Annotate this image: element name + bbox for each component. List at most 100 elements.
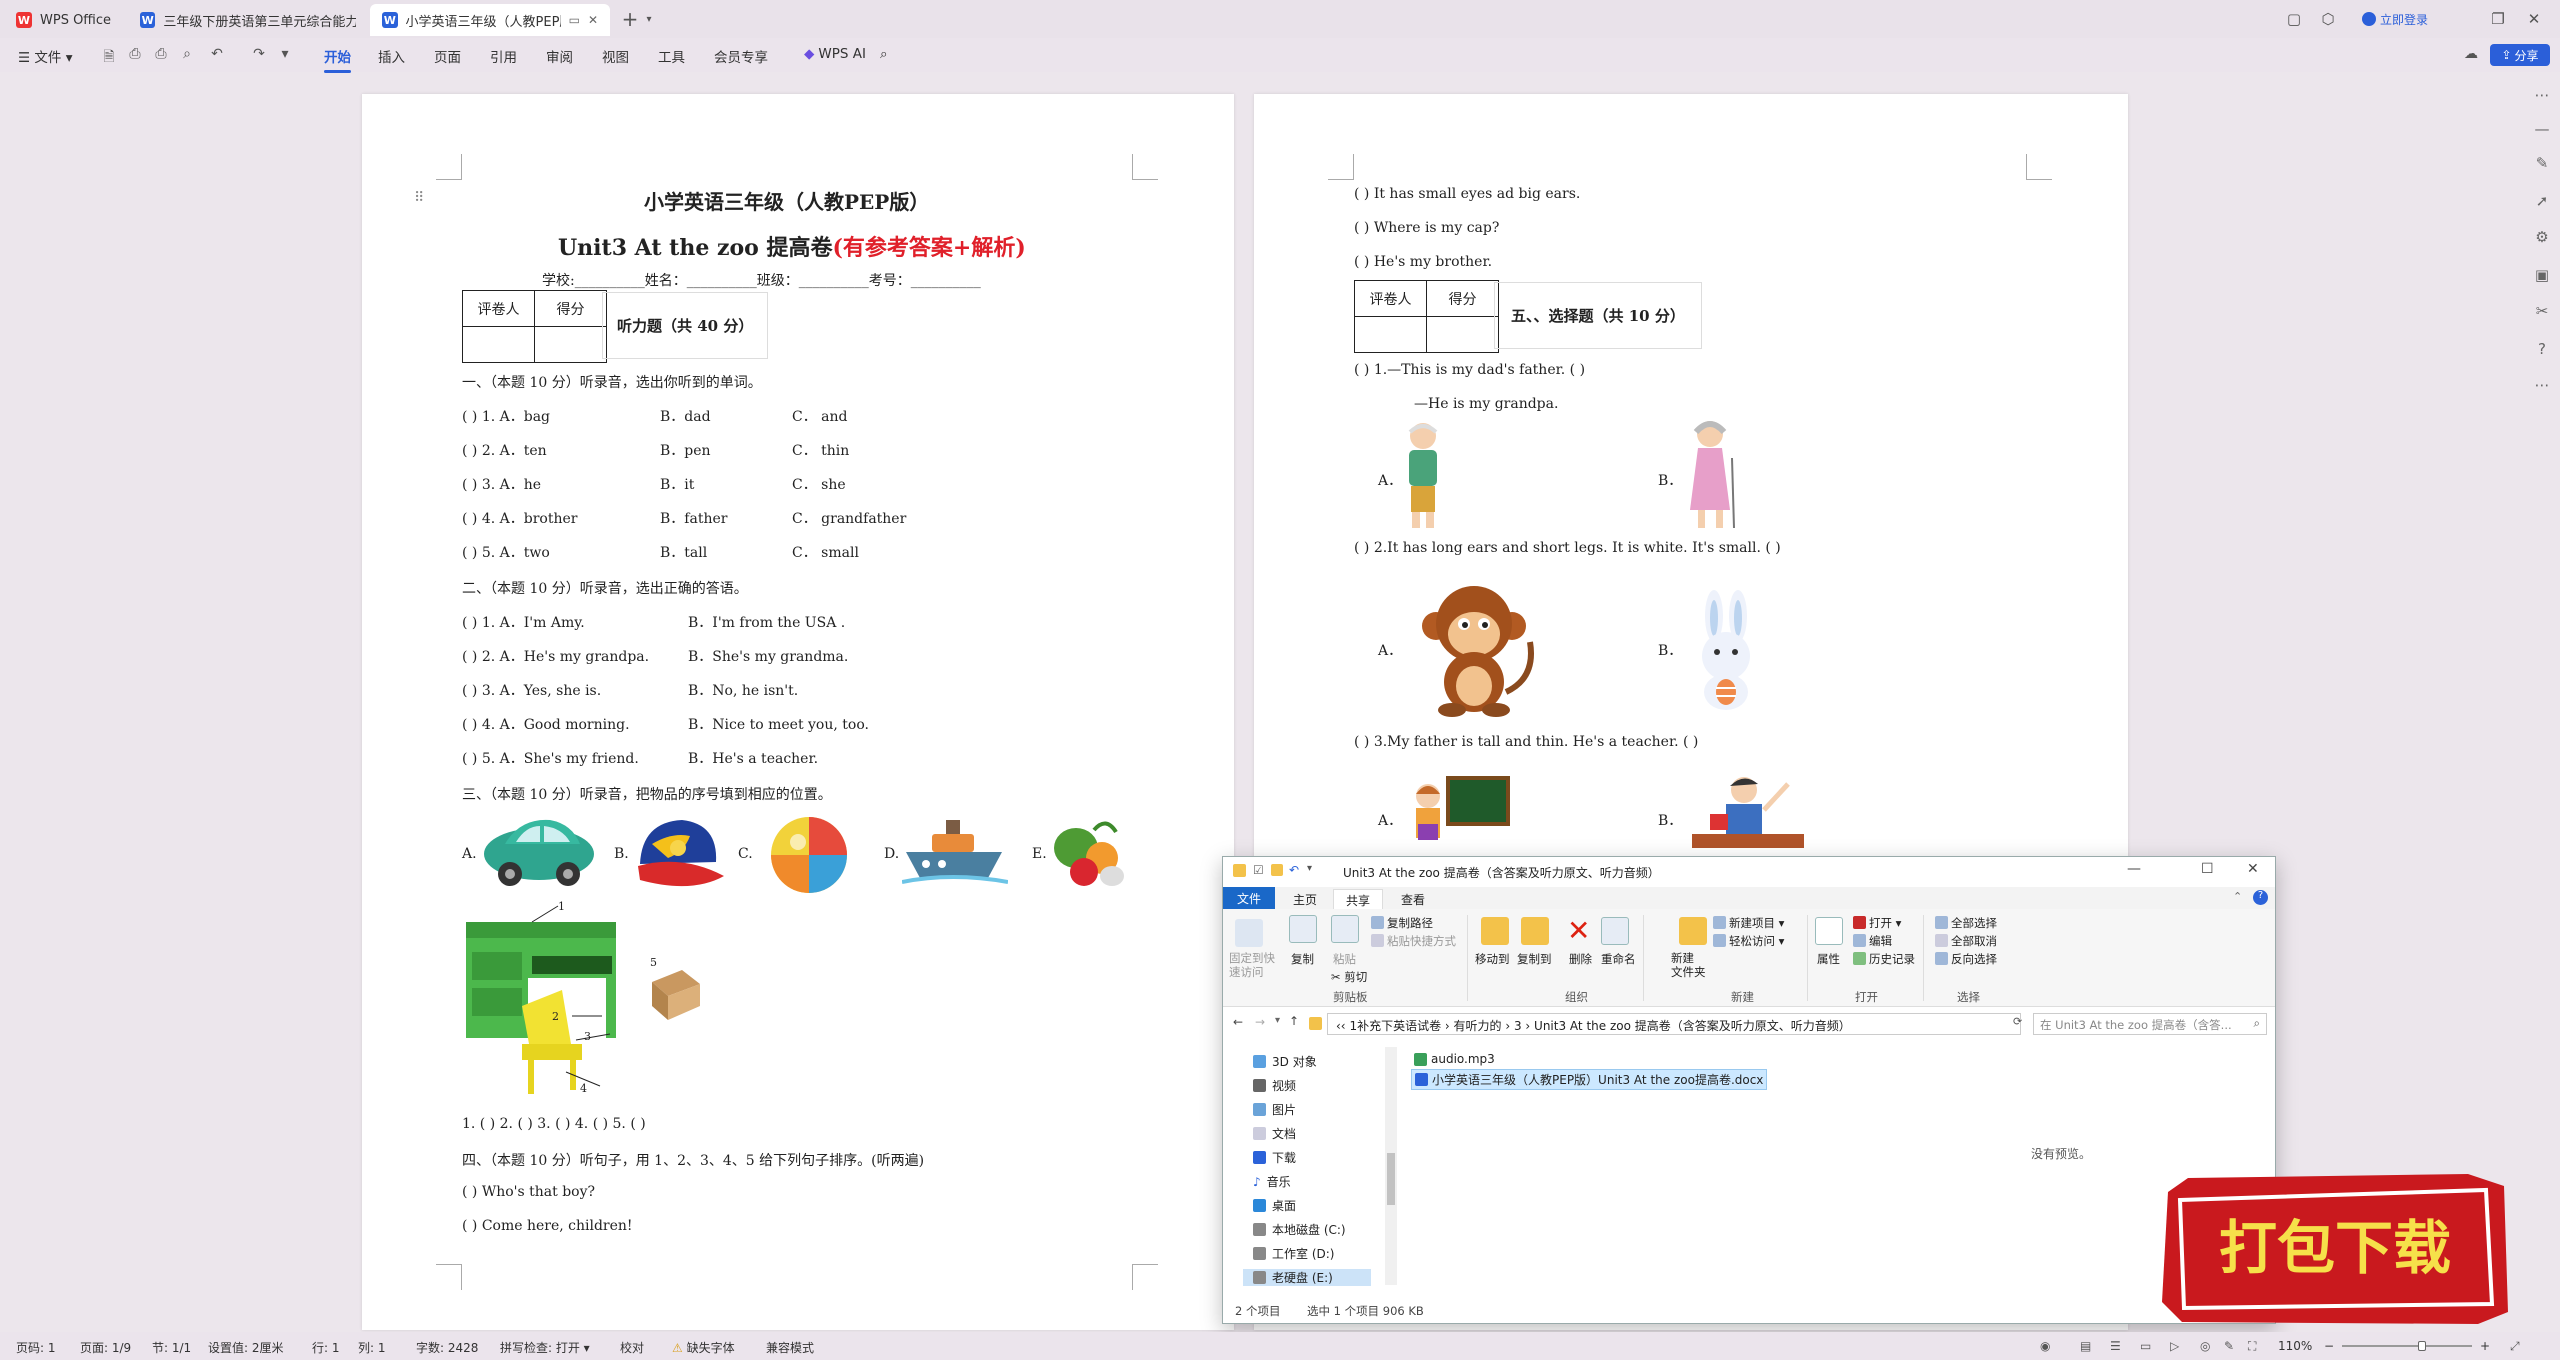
status-spell-check[interactable]: 拼写检查: 打开 ▾ (500, 1339, 590, 1356)
new-folder-button[interactable]: 新建 文件夹 (1671, 951, 1706, 979)
cursor-icon[interactable]: ➚ (2532, 192, 2552, 212)
score-cell[interactable] (1426, 316, 1499, 353)
search-icon[interactable]: ⌕ (880, 46, 888, 62)
move-to-icon[interactable] (1481, 917, 1509, 945)
chevron-down-icon[interactable]: ▾ (642, 8, 656, 30)
tab-share[interactable]: 共享 (1333, 889, 1384, 909)
paste-button[interactable]: 粘贴 (1333, 951, 1356, 967)
up-arrow-icon[interactable]: ↑ (1289, 1014, 1299, 1028)
path-segment[interactable]: Unit3 At the zoo 提高卷（含答案及听力原文、听力音频） (1534, 1019, 1851, 1033)
minimize-icon[interactable]: — (2532, 120, 2552, 140)
nav-videos[interactable]: 视频 (1253, 1077, 1296, 1094)
delete-button[interactable]: 删除 (1569, 951, 1592, 967)
help-icon[interactable]: ? (2532, 340, 2552, 360)
zoom-level[interactable]: 110% (2278, 1339, 2312, 1353)
pin-icon[interactable] (1235, 919, 1263, 947)
page-view-icon[interactable]: ▤ (2080, 1339, 2091, 1353)
tools-icon[interactable]: ✂ (2532, 302, 2552, 322)
copy-to-button[interactable]: 复制到 (1517, 951, 1552, 967)
pin-icon[interactable]: ▭ (569, 13, 580, 27)
pen-icon[interactable]: ✎ (2224, 1339, 2234, 1353)
fullscreen-icon[interactable]: ⤢ (2510, 1339, 2520, 1354)
new-folder-icon[interactable] (1271, 864, 1283, 876)
restore-icon[interactable]: ❐ (2488, 8, 2508, 30)
score-cell[interactable] (534, 326, 607, 363)
file-item-selected[interactable]: 小学英语三年级（人教PEP版）Unit3 At the zoo提高卷.docx (1411, 1069, 1768, 1090)
more-icon[interactable]: ▾ (276, 46, 294, 64)
easy-access-button[interactable]: 轻松访问 ▾ (1713, 933, 1784, 949)
edit-button[interactable]: 编辑 (1853, 933, 1892, 949)
status-pages[interactable]: 页面: 1/9 (80, 1339, 131, 1356)
move-to-button[interactable]: 移动到 (1475, 951, 1510, 967)
open-button[interactable]: 打开 ▾ (1853, 915, 1901, 931)
eye-icon[interactable]: ◉ (2040, 1339, 2050, 1353)
zoom-slider[interactable] (2342, 1341, 2472, 1351)
tab-tools[interactable]: 工具 (658, 46, 685, 66)
file-menu[interactable]: ☰ 文件 ▾ (18, 46, 72, 66)
zoom-in-icon[interactable]: + (2480, 1339, 2490, 1353)
cloud-icon[interactable]: ☁ (2462, 46, 2480, 64)
properties-icon[interactable] (1815, 917, 1843, 945)
web-view-icon[interactable]: ◎ (2200, 1339, 2210, 1353)
print-icon[interactable]: ⎙ (152, 46, 170, 64)
search-input[interactable]: 在 Unit3 At the zoo 提高卷（含答... ⌕ (2033, 1013, 2267, 1035)
login-button[interactable]: 立即登录 (2350, 8, 2440, 30)
undo-icon[interactable]: ↶ (1289, 863, 1299, 877)
maximize-icon[interactable]: ☐ (2201, 861, 2214, 877)
status-setting[interactable]: 设置值: 2厘米 (208, 1339, 284, 1356)
paste-icon[interactable] (1331, 915, 1359, 943)
close-icon[interactable]: ✕ (588, 13, 598, 27)
tab-start[interactable]: 开始 (324, 46, 351, 73)
tab-insert[interactable]: 插入 (378, 46, 405, 66)
status-proofread[interactable]: 校对 (620, 1339, 644, 1356)
nav-drive-e[interactable]: 老硬盘 (E:) (1243, 1269, 1371, 1286)
new-folder-icon[interactable] (1679, 917, 1707, 945)
nav-scrollbar[interactable] (1385, 1047, 1397, 1285)
tab-member[interactable]: 会员专享 (714, 46, 768, 66)
fit-page-icon[interactable]: ⛶ (2248, 1339, 2256, 1354)
copy-icon[interactable] (1289, 915, 1317, 943)
close-window-icon[interactable]: ✕ (2524, 8, 2544, 30)
paste-shortcut-button[interactable]: 粘贴快捷方式 (1371, 933, 1456, 949)
new-tab-button[interactable]: + (620, 7, 640, 31)
cube-icon[interactable]: ⬡ (2318, 8, 2338, 30)
select-all-button[interactable]: 全部选择 (1935, 915, 1997, 931)
pin-quick-access-button[interactable]: 固定到快 速访问 (1229, 951, 1275, 979)
file-item[interactable]: audio.mp3 (1411, 1051, 1498, 1067)
path-segment[interactable]: 有听力的 (1454, 1019, 1502, 1033)
score-cell[interactable] (462, 326, 535, 363)
tab-document-1[interactable]: W 三年级下册英语第三单元综合能力提( (128, 4, 368, 36)
copy-button[interactable]: 复制 (1291, 951, 1314, 967)
wps-ai-button[interactable]: ◆ WPS AI (804, 46, 866, 62)
zoom-out-icon[interactable]: − (2324, 1339, 2334, 1353)
undo-icon[interactable]: ↶ (208, 46, 226, 64)
nav-pictures[interactable]: 图片 (1253, 1101, 1296, 1118)
cut-button[interactable]: ✂ 剪切 (1331, 969, 1367, 985)
export-pdf-icon[interactable]: ⎙ (126, 46, 144, 64)
customize-quick-access-icon[interactable]: ▾ (1307, 863, 1312, 874)
copy-path-button[interactable]: 复制路径 (1371, 915, 1433, 931)
path-segment[interactable]: 1补充下英语试卷 (1349, 1019, 1441, 1033)
more-options-icon[interactable]: ⋯ (2532, 376, 2552, 396)
zoom-slider-thumb[interactable] (2418, 1341, 2426, 1351)
minimize-icon[interactable]: — (2127, 861, 2141, 877)
select-none-button[interactable]: 全部取消 (1935, 933, 1997, 949)
nav-downloads[interactable]: 下载 (1253, 1149, 1296, 1166)
window-icon[interactable]: ▢ (2284, 8, 2304, 30)
tab-page[interactable]: 页面 (434, 46, 461, 66)
tab-wps-office[interactable]: W WPS Office (4, 4, 132, 36)
recent-locations-icon[interactable]: ▾ (1275, 1015, 1280, 1026)
outline-view-icon[interactable]: ☰ (2110, 1339, 2121, 1353)
download-package-badge[interactable]: 打包下载 (2158, 1172, 2512, 1326)
tab-view[interactable]: 查看 (1389, 889, 1437, 909)
rename-icon[interactable] (1601, 917, 1629, 945)
nav-documents[interactable]: 文档 (1253, 1125, 1296, 1142)
history-button[interactable]: 历史记录 (1853, 951, 1915, 967)
collapse-ribbon-icon[interactable]: ⌃ (2233, 890, 2242, 903)
more-options-icon[interactable]: ⋯ (2532, 86, 2552, 106)
tab-document-active[interactable]: W 小学英语三年级（人教PEP版） ▭ ✕ (370, 4, 610, 36)
copy-to-icon[interactable] (1521, 917, 1549, 945)
tab-references[interactable]: 引用 (490, 46, 517, 66)
nav-3d-objects[interactable]: 3D 对象 (1253, 1053, 1317, 1070)
rename-button[interactable]: 重命名 (1601, 951, 1636, 967)
